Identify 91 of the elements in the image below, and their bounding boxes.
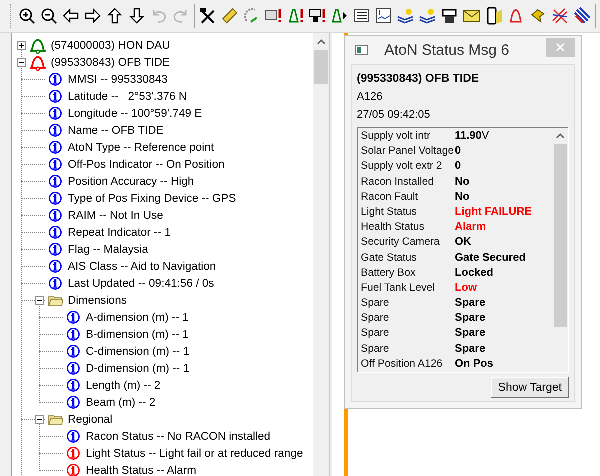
tree-item[interactable]: MMSI -- 995330843 xyxy=(68,74,168,86)
collapse-toggle[interactable] xyxy=(16,58,26,67)
tree-item[interactable]: Length (m) -- 2 xyxy=(86,380,161,392)
show-target-button[interactable]: Show Target xyxy=(491,377,569,398)
zoom-in-icon[interactable] xyxy=(18,6,36,26)
scrollbar[interactable] xyxy=(313,33,329,476)
tree-item[interactable]: Off-Pos Indicator -- On Position xyxy=(68,158,225,170)
tree-item[interactable]: Beam (m) -- 2 xyxy=(86,396,156,408)
tree-item[interactable]: AIS Class -- Aid to Navigation xyxy=(68,260,216,272)
status-value: No xyxy=(455,190,470,205)
folder-icon xyxy=(48,294,64,307)
status-value: Spare xyxy=(455,326,486,342)
status-label: Supply volt extr 2 xyxy=(361,159,444,174)
scroll-up-icon[interactable] xyxy=(316,38,326,44)
tree-item[interactable]: C-dimension (m) -- 1 xyxy=(86,346,190,358)
close-icon xyxy=(556,43,565,52)
tree-item[interactable]: RAIM -- Not In Use xyxy=(68,210,164,222)
tree-item[interactable]: D-dimension (m) -- 1 xyxy=(86,362,190,374)
status-label: Battery Box xyxy=(361,266,417,281)
tree-item[interactable]: Repeat Indicator -- 1 xyxy=(68,226,171,238)
status-value: OK xyxy=(455,235,472,250)
collapse-toggle[interactable] xyxy=(34,415,44,424)
status-label: Gate Status xyxy=(361,250,418,266)
tree-item[interactable]: AtoN Type -- Reference point xyxy=(68,142,214,154)
status-value: Spare xyxy=(455,296,486,312)
tree-item[interactable]: Light Status -- Light fail or at reduced range xyxy=(86,448,304,460)
tree-item[interactable]: Latitude -- 2°53'.376 N xyxy=(68,90,188,102)
status-label: Light Status xyxy=(361,204,418,220)
phone-icon[interactable] xyxy=(485,6,503,26)
tree-item[interactable]: Type of Pos Fixing Device -- GPS xyxy=(68,192,236,204)
tree-item[interactable]: Racon Status -- No RACON installed xyxy=(86,430,271,442)
scroll-up-icon[interactable] xyxy=(556,133,565,139)
status-label: Spare xyxy=(361,326,390,342)
status-value: 0 xyxy=(455,144,462,160)
tree-item[interactable]: (574000003) HON DAU xyxy=(51,40,170,52)
tree-item[interactable]: Name -- OFB TIDE xyxy=(68,124,164,136)
tree-item[interactable]: Longitude -- 100°59'.749 E xyxy=(68,108,202,120)
target-name: (995330843) OFB TIDE xyxy=(357,72,480,87)
tree-item[interactable]: Position Accuracy -- High xyxy=(68,176,194,188)
status-value: Gate Secured xyxy=(455,250,526,266)
tree-item[interactable]: Dimensions xyxy=(68,294,128,306)
status-value: 0 xyxy=(455,159,462,174)
timestamp: 27/05 09:42:05 xyxy=(357,108,432,123)
window-icon xyxy=(355,45,368,55)
arrow-down-icon[interactable] xyxy=(128,6,146,26)
arrow-left-icon[interactable] xyxy=(62,6,80,26)
tools-icon[interactable] xyxy=(199,6,217,26)
status-label: Spare xyxy=(361,342,390,357)
status-label: Security Camera xyxy=(361,235,441,250)
status-label: Health Status xyxy=(361,220,426,236)
status-label: Spare xyxy=(361,311,390,326)
expand-toggle[interactable] xyxy=(16,41,26,50)
arrow-up-icon[interactable] xyxy=(106,6,124,26)
status-value: 11.90V xyxy=(455,129,490,144)
zoom-out-icon[interactable] xyxy=(40,6,58,26)
status-value: Spare xyxy=(455,342,486,357)
tree-item[interactable]: Flag -- Malaysia xyxy=(68,244,148,256)
status-value: No xyxy=(455,174,470,190)
status-label: Supply volt intr xyxy=(361,129,432,144)
tree-item[interactable]: (995330843) OFB TIDE xyxy=(51,56,170,68)
status-label: Spare xyxy=(361,296,390,312)
stripes-icon[interactable] xyxy=(573,6,591,26)
station-id: A126 xyxy=(357,90,384,105)
status-label: Racon Installed xyxy=(361,174,436,190)
folder-icon xyxy=(48,413,64,426)
window-title: AtoN Status Msg 6 xyxy=(383,42,511,58)
scroll-thumb[interactable] xyxy=(314,50,328,84)
status-label: Solar Panel Voltage xyxy=(361,144,455,160)
tree-item[interactable]: A-dimension (m) -- 1 xyxy=(86,312,189,324)
ruler-icon[interactable] xyxy=(221,6,239,26)
tree-item[interactable]: B-dimension (m) -- 1 xyxy=(86,328,189,340)
status-value: Light FAILURE xyxy=(455,204,532,220)
status-value: Alarm xyxy=(455,220,486,236)
tree-item[interactable]: Last Updated -- 09:41:56 / 0s xyxy=(68,278,214,290)
layers-sun-icon[interactable] xyxy=(419,6,437,26)
status-label: Racon Fault xyxy=(361,190,420,205)
tree-item[interactable]: Health Status -- Alarm xyxy=(86,464,196,476)
status-value: Low xyxy=(455,280,477,296)
scroll-thumb[interactable] xyxy=(554,144,567,327)
tree-item[interactable]: Regional xyxy=(68,414,113,426)
status-label: Fuel Tank Level xyxy=(361,280,436,296)
status-value: Spare xyxy=(455,311,486,326)
status-value: On Pos xyxy=(455,356,494,372)
beacon-alert-icon[interactable] xyxy=(287,6,305,26)
collapse-toggle[interactable] xyxy=(34,296,44,305)
layers-sun-icon[interactable] xyxy=(397,6,415,26)
arrow-right-icon[interactable] xyxy=(84,6,102,26)
chart-icon[interactable] xyxy=(375,6,393,26)
crossed-lines-icon[interactable] xyxy=(551,6,569,26)
status-value: Locked xyxy=(455,266,494,281)
status-label: Off Position A126 xyxy=(361,356,444,372)
